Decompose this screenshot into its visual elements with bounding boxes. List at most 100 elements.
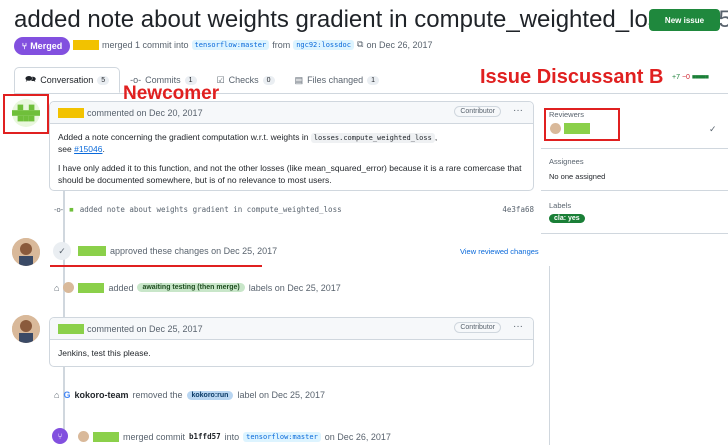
tab-label: Checks — [228, 75, 259, 85]
redacted-reviewer — [93, 431, 119, 442]
comment-card: commented on Dec 20, 2017 Contributor ··… — [49, 101, 534, 191]
approve-event: ✓ — [53, 242, 71, 260]
event-text: on Dec 26, 2017 — [324, 431, 391, 442]
event-text: into — [224, 431, 240, 442]
sidebar-separator — [541, 190, 728, 191]
base-branch[interactable]: tensorflow:master — [191, 39, 270, 50]
diffstat-del: −0 — [681, 74, 690, 81]
event-text: merged commit — [123, 431, 186, 442]
tab-conversation[interactable]: 🗪 Conversation 5 — [14, 67, 121, 93]
redacted-author — [58, 107, 84, 118]
sidebar-separator — [541, 233, 728, 234]
kebab-menu-icon[interactable]: ··· — [513, 321, 523, 332]
label-event: ⌂ added awaiting testing (then merge) la… — [54, 282, 341, 293]
label-cla-yes[interactable]: cla: yes — [549, 214, 585, 223]
reviewer-small-avatar[interactable] — [78, 431, 89, 442]
issue-link[interactable]: #15046 — [74, 144, 102, 154]
base-branch[interactable]: tensorflow:master — [243, 431, 321, 442]
label-awaiting-testing[interactable]: awaiting testing (then merge) — [137, 283, 245, 292]
redacted-author — [73, 39, 99, 50]
person-avatar-icon — [12, 238, 40, 266]
tab-count: 0 — [262, 75, 275, 85]
approve-text-row: approved these changes on Dec 25, 2017 — [78, 246, 277, 256]
tab-label: Files changed — [307, 75, 364, 85]
remove-label-event: ⌂ G kokoro-team removed the kokoro:run l… — [54, 390, 325, 400]
reviewer-small-avatar[interactable] — [63, 282, 75, 293]
identicon-icon — [12, 104, 40, 122]
copy-icon[interactable]: ⧉ — [357, 39, 363, 50]
tab-count: 1 — [367, 75, 380, 85]
comment-header: commented on Dec 20, 2017 Contributor ··… — [50, 102, 533, 124]
tab-files-changed[interactable]: ▤ Files changed 1 — [285, 67, 389, 93]
tab-label: Conversation — [40, 75, 94, 85]
identicon-icon: ■ — [69, 205, 74, 214]
merge-icon: ⑂ — [52, 428, 68, 444]
diffstat-bar-icon: ■■■■■ — [691, 74, 709, 81]
comment-card: commented on Dec 25, 2017 Contributor ··… — [49, 317, 534, 367]
file-diff-icon: ▤ — [294, 74, 304, 85]
tag-icon: ⌂ — [54, 282, 60, 293]
contributor-badge: Contributor — [454, 322, 501, 333]
redacted-author — [58, 323, 84, 334]
head-branch[interactable]: ngc92:lossdoc — [293, 39, 354, 50]
from-text: from — [272, 39, 291, 50]
diffstat-add: +7 — [672, 74, 680, 81]
redacted-reviewer — [78, 246, 106, 256]
tag-icon: ⌂ — [54, 390, 60, 400]
merged-state-badge: ⑂ Merged — [14, 37, 70, 55]
commit-row: -o- ■ added note about weights gradient … — [54, 205, 534, 214]
check-icon: ✓ — [53, 242, 71, 260]
kebab-menu-icon[interactable]: ··· — [513, 105, 523, 116]
newcomer-avatar[interactable] — [12, 99, 40, 127]
comment-meta: commented on Dec 25, 2017 — [87, 323, 203, 334]
commit-icon: -o- — [54, 205, 64, 214]
merge-event: merged commit b1ffd57 into tensorflow:ma… — [78, 431, 391, 442]
redacted-reviewer — [78, 282, 105, 293]
google-icon: G — [63, 390, 71, 400]
view-reviewed-changes-link[interactable]: View reviewed changes — [460, 247, 539, 256]
comment-header: commented on Dec 25, 2017 Contributor ··… — [50, 318, 533, 340]
reviewer-avatar[interactable] — [12, 238, 40, 266]
comment-text: Added a note concerning the gradient com… — [58, 132, 309, 142]
tab-count: 5 — [97, 75, 110, 85]
merge-icon: ⑂ — [21, 41, 28, 51]
event-text: removed the — [132, 390, 183, 400]
merge-meta: merged 1 commit into tensorflow:master f… — [73, 39, 433, 50]
commit-message[interactable]: added note about weights gradient in com… — [80, 205, 342, 214]
merge-text: merged 1 commit into — [102, 39, 189, 50]
contributor-badge: Contributor — [454, 106, 501, 117]
comment-text: , — [434, 132, 438, 142]
label-kokoro-run[interactable]: kokoro:run — [186, 390, 234, 400]
merged-state-label: Merged — [30, 41, 63, 51]
merge-sha[interactable]: b1ffd57 — [189, 432, 221, 441]
event-text: labels on Dec 25, 2017 — [248, 282, 341, 293]
sidebar-separator — [541, 148, 728, 149]
assignees-title[interactable]: Assignees — [549, 157, 584, 166]
comment-paragraph: Added a note concerning the gradient com… — [58, 131, 525, 156]
event-text: added — [108, 282, 134, 293]
commit-sha[interactable]: 4e3fa68 — [502, 205, 534, 214]
comment-meta: commented on Dec 20, 2017 — [87, 107, 203, 118]
sidebar-divider — [549, 266, 550, 445]
comment-body: Jenkins, test this please. — [58, 348, 151, 358]
pr-title-text: added note about weights gradient in com… — [14, 6, 672, 33]
timeline-line — [63, 180, 65, 440]
tab-underline — [14, 93, 728, 94]
comment-body: Added a note concerning the gradient com… — [50, 124, 533, 193]
approved-check-icon: ✓ — [709, 124, 717, 134]
new-issue-button[interactable]: New issue — [649, 9, 720, 31]
comment-text: . — [102, 144, 105, 155]
approve-text: approved these changes on Dec 25, 2017 — [110, 246, 278, 256]
reviewer-small-avatar — [550, 123, 561, 134]
pr-title: added note about weights gradient in com… — [14, 6, 728, 34]
commenter-avatar[interactable] — [12, 315, 40, 343]
diffstat: +7 −0 ■■■■■ — [672, 74, 709, 81]
event-text: label on Dec 25, 2017 — [237, 390, 326, 400]
reviewer-entry[interactable] — [550, 123, 590, 134]
actor-name[interactable]: kokoro-team — [74, 390, 128, 400]
comment-text: see — [58, 144, 72, 155]
labels-title[interactable]: Labels — [549, 201, 571, 210]
annotation-discussant: Issue Discussant B — [480, 66, 664, 88]
merge-date: on Dec 26, 2017 — [366, 39, 433, 50]
inline-code: losses.compute_weighted_loss — [310, 133, 435, 143]
